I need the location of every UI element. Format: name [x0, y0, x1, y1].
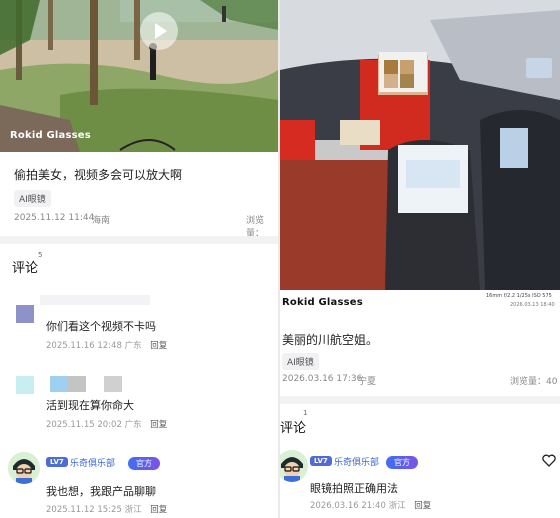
mascot-icon: [8, 452, 40, 484]
comments-count: 5: [38, 251, 43, 259]
redacted-username: [50, 376, 68, 392]
reply-button[interactable]: 回复: [150, 341, 167, 351]
post-date: 2025.11.12 11:44: [14, 213, 95, 223]
avatar[interactable]: [16, 376, 34, 394]
comment-location: 广东: [124, 420, 142, 430]
mascot-icon: [280, 450, 308, 482]
redacted-username: [68, 376, 86, 392]
comment-text: 眼镜拍照正确用法: [310, 482, 398, 495]
post-caption: 偷拍美女，视频多会可以放大啊: [14, 168, 183, 182]
comment-date: 2025.11.15 20:02: [46, 420, 122, 430]
exif-info: 16mm f/2.2 1/25s ISO 575: [486, 293, 552, 299]
post-tag[interactable]: AI眼镜: [282, 353, 319, 370]
comment-text: 我也想，我跟产品聊聊: [46, 485, 156, 498]
comment-meta: 2025.11.12 15:25 浙江 回复: [46, 503, 167, 515]
like-icon[interactable]: [542, 452, 556, 471]
reply-button[interactable]: 回复: [150, 505, 167, 515]
redacted-username: [40, 295, 150, 305]
avatar[interactable]: [16, 305, 34, 323]
views-value: 40: [546, 377, 558, 387]
comments-title-text: 评论: [12, 261, 39, 276]
comment-date: 2025.11.12 15:25: [46, 505, 122, 515]
club-name[interactable]: 乐奇俱乐部: [70, 456, 115, 469]
right-post-panel: Rokid Glasses 16mm f/2.2 1/25s ISO 575 2…: [280, 0, 560, 518]
cabin-photo: [280, 0, 560, 290]
watermark-brand: Rokid Glasses: [10, 130, 91, 141]
official-avatar[interactable]: [8, 452, 40, 484]
play-icon[interactable]: [140, 12, 178, 50]
comments-title: 评论: [12, 257, 39, 277]
club-name[interactable]: 乐奇俱乐部: [334, 455, 379, 468]
comment-date: 2025.11.16 12:48: [46, 341, 122, 351]
reply-button[interactable]: 回复: [414, 501, 431, 511]
comment-text: 活到现在算你命大: [46, 399, 134, 412]
comment-meta: 2025.11.16 12:48 广东 回复: [46, 339, 167, 351]
comment-location: 浙江: [388, 501, 406, 511]
comment-text: 你们看这个视频不卡吗: [46, 320, 156, 333]
official-badge: 官方: [128, 457, 160, 470]
post-caption: 美丽的川航空姐。: [282, 333, 379, 347]
section-divider: [280, 396, 560, 404]
reply-button[interactable]: 回复: [150, 420, 167, 430]
level-badge: LV7: [46, 457, 68, 467]
comment-location: 广东: [124, 341, 142, 351]
photo-card[interactable]: Rokid Glasses 16mm f/2.2 1/25s ISO 575 2…: [280, 0, 560, 318]
post-tag[interactable]: AI眼镜: [14, 190, 51, 207]
comment-date: 2026.03.16 21:40: [310, 501, 386, 511]
section-divider: [0, 236, 278, 244]
official-badge: 官方: [386, 456, 418, 469]
comments-title-text: 评论: [280, 421, 307, 436]
post-location: 宁夏: [358, 377, 377, 387]
comment-meta: 2025.11.15 20:02 广东 回复: [46, 418, 167, 430]
level-badge: LV7: [310, 456, 332, 466]
comments-title: 评论: [280, 417, 307, 437]
watermark-brand: Rokid Glasses: [282, 297, 363, 308]
photo-date: 2026.03.13 18:40: [510, 302, 555, 308]
post-location: 海南: [92, 216, 111, 226]
comment-meta: 2026.03.16 21:40 浙江 回复: [310, 499, 431, 511]
official-avatar[interactable]: [280, 450, 308, 482]
redacted-username: [104, 376, 122, 392]
comment-location: 浙江: [124, 505, 142, 515]
post-date: 2026.03.16 17:36: [282, 374, 363, 384]
comments-count: 1: [303, 409, 308, 417]
views-label: 浏览量：: [510, 377, 547, 387]
left-post-panel: Rokid Glasses 偷拍美女，视频多会可以放大啊 AI眼镜 2025.1…: [0, 0, 278, 518]
views-count: 浏览量：40: [510, 374, 557, 387]
video-thumbnail[interactable]: Rokid Glasses: [0, 0, 278, 152]
